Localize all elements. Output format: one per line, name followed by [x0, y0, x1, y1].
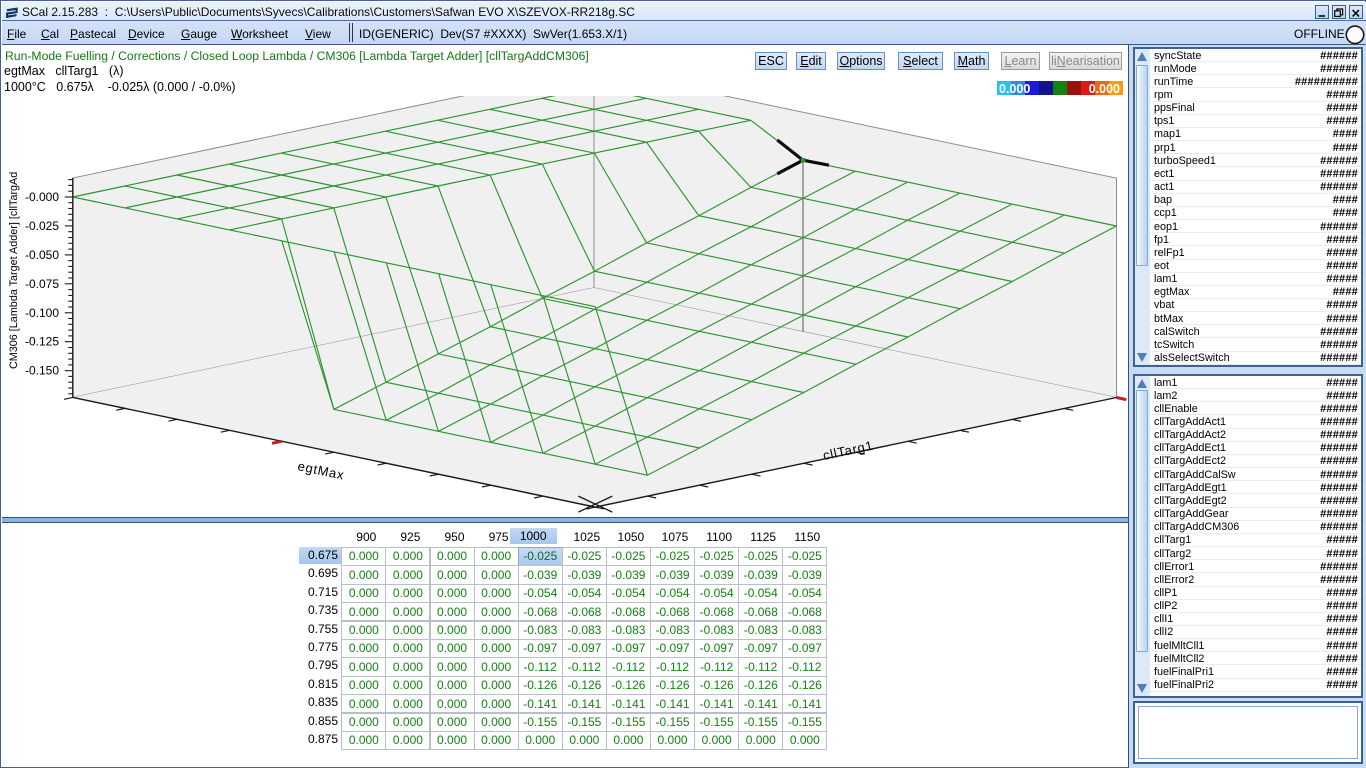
svg-text:CM306 [Lambda Target Adder] [c: CM306 [Lambda Target Adder] [cllTargAd [8, 172, 20, 369]
svg-text:-0.125: -0.125 [25, 335, 59, 349]
svg-text:-0.075: -0.075 [25, 277, 59, 291]
svg-text:egtMax: egtMax [296, 458, 346, 482]
svg-text:-0.025: -0.025 [25, 219, 59, 233]
svg-text:-0.050: -0.050 [25, 248, 59, 262]
svg-text:-0.000: -0.000 [25, 190, 59, 204]
svg-text:-0.100: -0.100 [25, 306, 59, 320]
svg-text:-0.150: -0.150 [25, 364, 59, 378]
